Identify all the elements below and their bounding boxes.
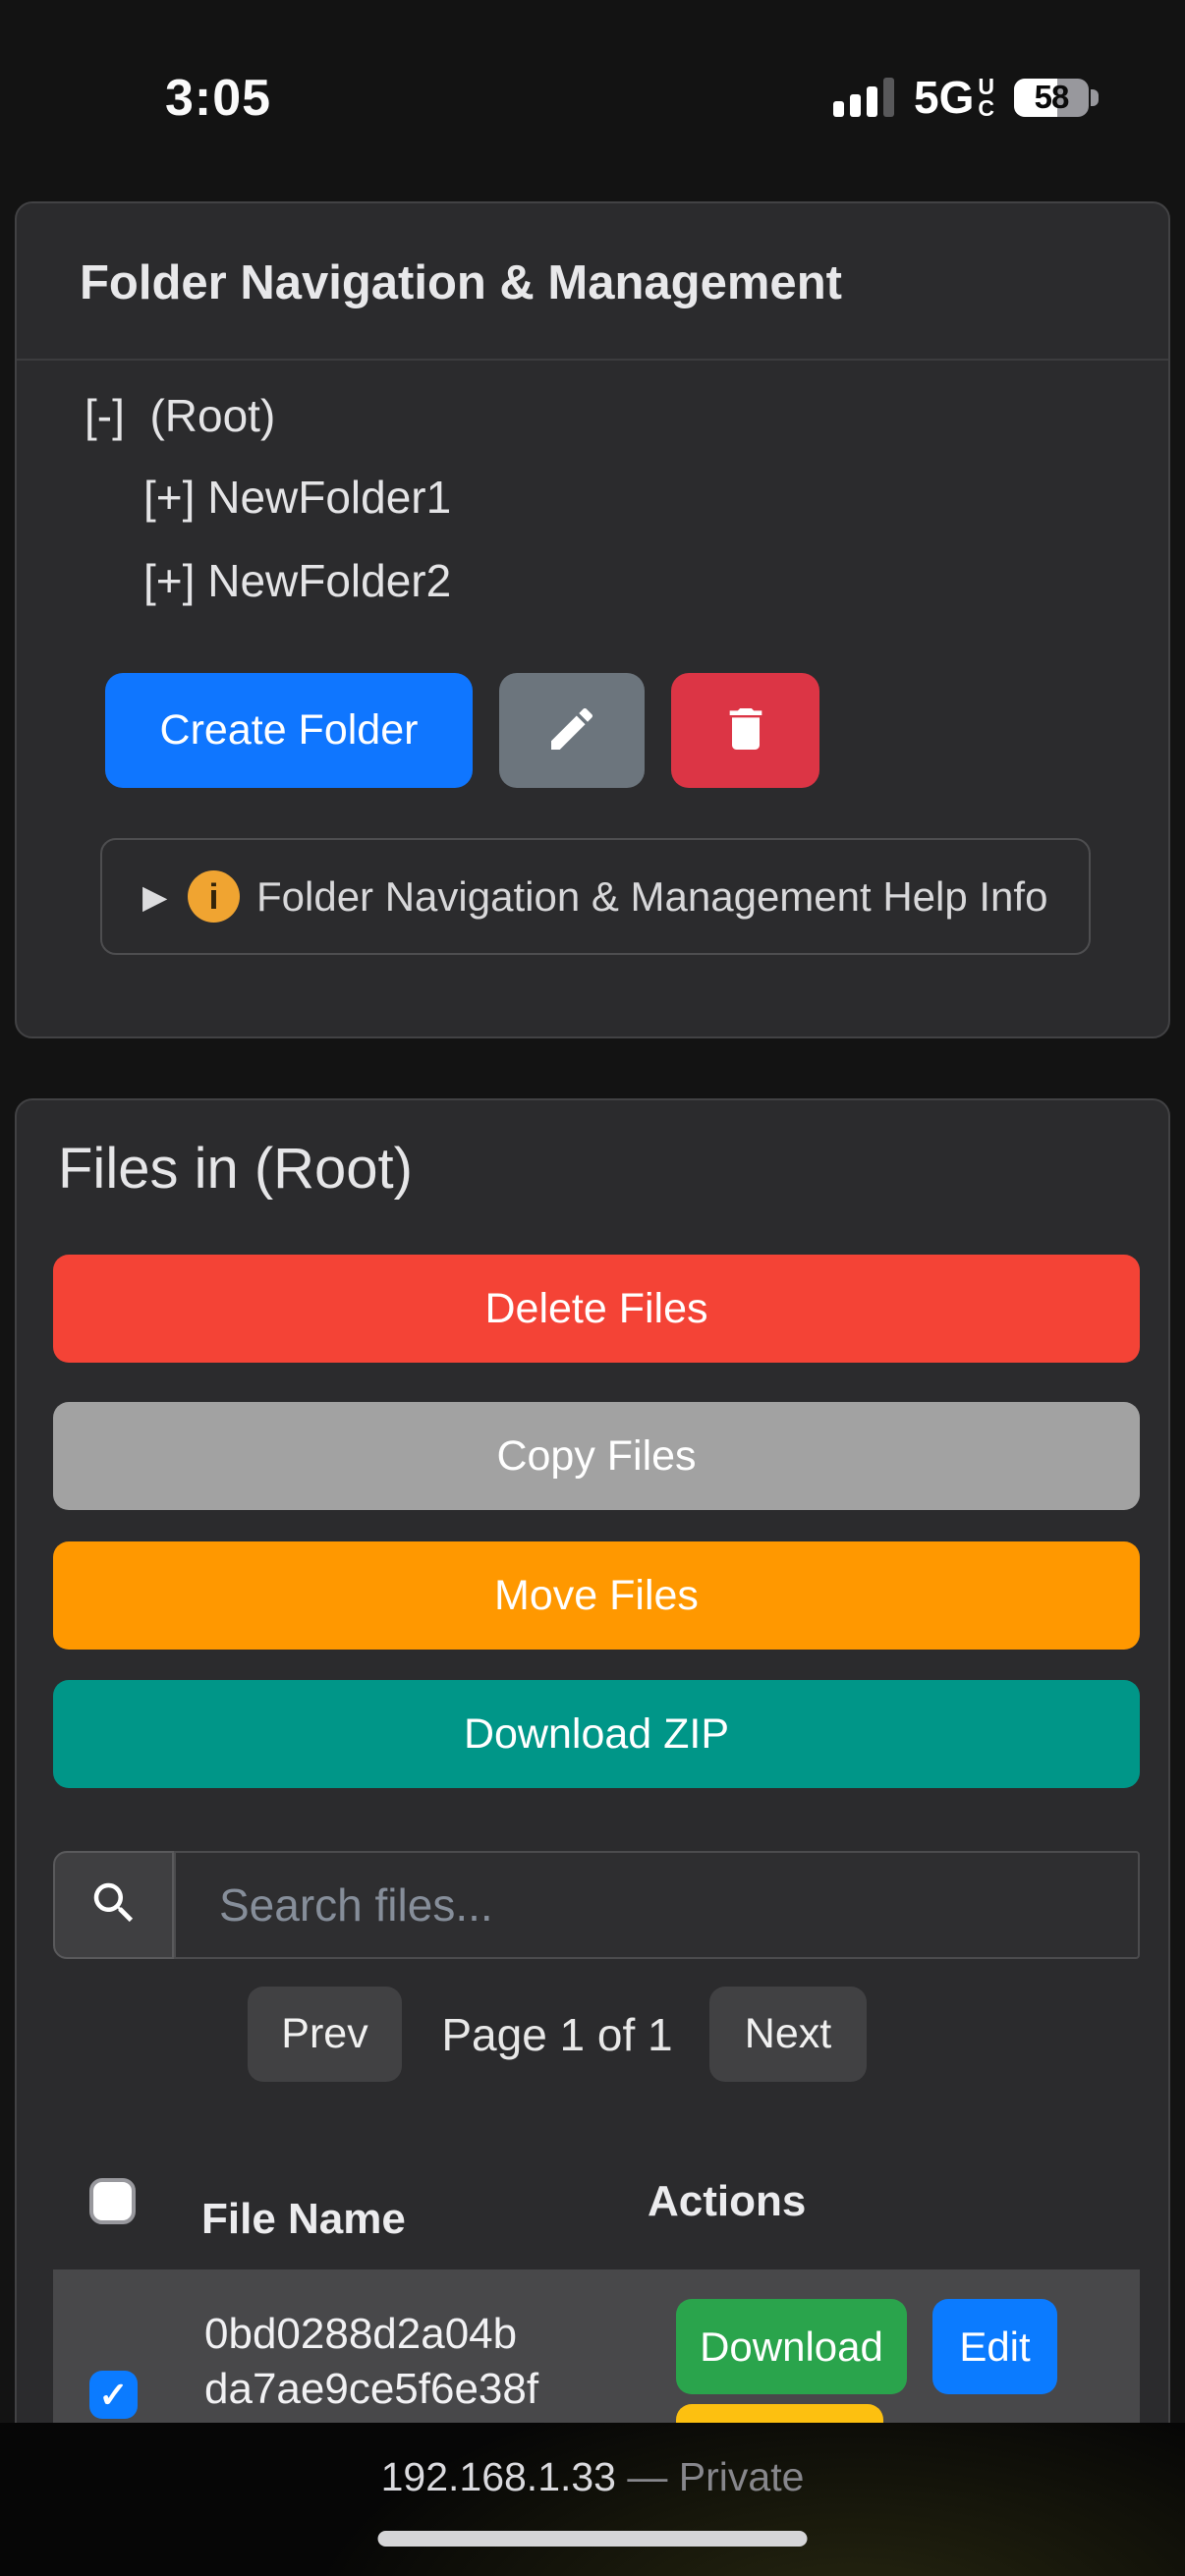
search-icon bbox=[87, 1876, 141, 1934]
pencil-icon bbox=[544, 701, 599, 759]
status-bar: 3:05 5G U C 58 bbox=[0, 0, 1185, 167]
folder-actions-row: Create Folder bbox=[105, 673, 819, 788]
tree-label[interactable]: NewFolder1 bbox=[207, 472, 451, 523]
move-files-button[interactable]: Move Files bbox=[53, 1541, 1140, 1650]
delete-files-button[interactable]: Delete Files bbox=[53, 1255, 1140, 1363]
rename-folder-button[interactable] bbox=[499, 673, 645, 788]
battery-percent: 58 bbox=[1014, 79, 1089, 117]
tree-node-root[interactable]: [-] (Root) bbox=[85, 389, 275, 442]
clock-time: 3:05 bbox=[165, 69, 271, 128]
home-indicator[interactable] bbox=[378, 2531, 808, 2547]
tree-toggle[interactable]: [-] bbox=[85, 390, 125, 441]
next-page-button[interactable]: Next bbox=[709, 1987, 867, 2082]
file-name-cell: 0bd0288d2a04b da7ae9ce5f6e38f bbox=[204, 2307, 538, 2417]
tree-node-newfolder1[interactable]: [+] NewFolder1 bbox=[143, 471, 451, 524]
copy-files-button[interactable]: Copy Files bbox=[53, 1402, 1140, 1510]
expander-triangle-icon[interactable]: ▶ bbox=[142, 877, 188, 916]
tree-label[interactable]: (Root) bbox=[149, 390, 275, 441]
folder-card-title: Folder Navigation & Management bbox=[80, 255, 842, 310]
search-icon-box bbox=[53, 1851, 174, 1959]
files-card: Files in (Root) Delete Files Copy Files … bbox=[15, 1098, 1170, 2576]
address-bar[interactable]: 192.168.1.33 — Private bbox=[0, 2454, 1185, 2500]
tree-toggle[interactable]: [+] bbox=[143, 555, 195, 606]
create-folder-button[interactable]: Create Folder bbox=[105, 673, 473, 788]
network-uc-label: U C bbox=[978, 76, 994, 119]
column-header-actions: Actions bbox=[648, 2177, 806, 2226]
page-indicator: Page 1 of 1 bbox=[429, 1987, 685, 2082]
tree-label[interactable]: NewFolder2 bbox=[207, 555, 451, 606]
row-checkbox-checked[interactable]: ✓ bbox=[89, 2371, 138, 2419]
browser-bottom-bar: 192.168.1.33 — Private bbox=[0, 2423, 1185, 2576]
tree-node-newfolder2[interactable]: [+] NewFolder2 bbox=[143, 554, 451, 607]
battery-icon: 58 bbox=[1014, 79, 1099, 117]
delete-folder-button[interactable] bbox=[671, 673, 819, 788]
download-zip-button[interactable]: Download ZIP bbox=[53, 1680, 1140, 1788]
network-type-indicator: 5G U C bbox=[914, 71, 994, 124]
help-info-disclosure[interactable]: ▶ i Folder Navigation & Management Help … bbox=[100, 838, 1091, 955]
tree-toggle[interactable]: [+] bbox=[143, 472, 195, 523]
network-5g-label: 5G bbox=[914, 71, 974, 124]
phone-screen: 3:05 5G U C 58 Folder Navigatio bbox=[0, 0, 1185, 2576]
select-all-checkbox[interactable] bbox=[89, 2178, 136, 2224]
prev-page-button[interactable]: Prev bbox=[248, 1987, 402, 2082]
column-header-file-name: File Name bbox=[201, 2195, 406, 2244]
card-divider bbox=[17, 359, 1168, 361]
checkmark-icon: ✓ bbox=[98, 2375, 128, 2416]
status-bar-right: 5G U C 58 bbox=[833, 71, 1099, 124]
help-summary-label[interactable]: Folder Navigation & Management Help Info bbox=[256, 873, 1047, 921]
private-badge: — Private bbox=[616, 2454, 804, 2499]
url-host[interactable]: 192.168.1.33 bbox=[381, 2454, 616, 2499]
cellular-signal-icon bbox=[833, 78, 894, 117]
files-card-title: Files in (Root) bbox=[58, 1136, 413, 1202]
folder-navigation-card: Folder Navigation & Management [-] (Root… bbox=[15, 201, 1170, 1038]
search-input[interactable] bbox=[174, 1851, 1140, 1959]
download-file-button[interactable]: Download bbox=[676, 2299, 907, 2394]
trash-icon bbox=[718, 701, 773, 759]
battery-cap bbox=[1091, 89, 1099, 106]
edit-file-button[interactable]: Edit bbox=[932, 2299, 1057, 2394]
info-icon: i bbox=[188, 870, 240, 923]
